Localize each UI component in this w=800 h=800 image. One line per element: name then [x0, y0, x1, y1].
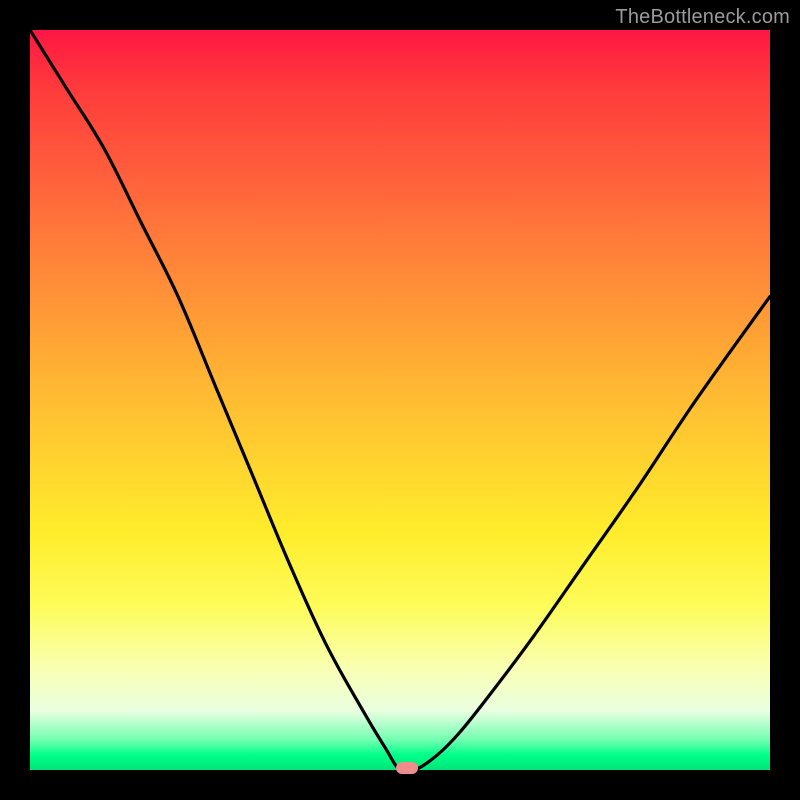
optimal-point-marker	[396, 762, 418, 774]
plot-area	[30, 30, 770, 770]
watermark-text: TheBottleneck.com	[615, 6, 790, 29]
chart-frame: TheBottleneck.com	[0, 0, 800, 800]
bottleneck-curve	[30, 30, 770, 770]
